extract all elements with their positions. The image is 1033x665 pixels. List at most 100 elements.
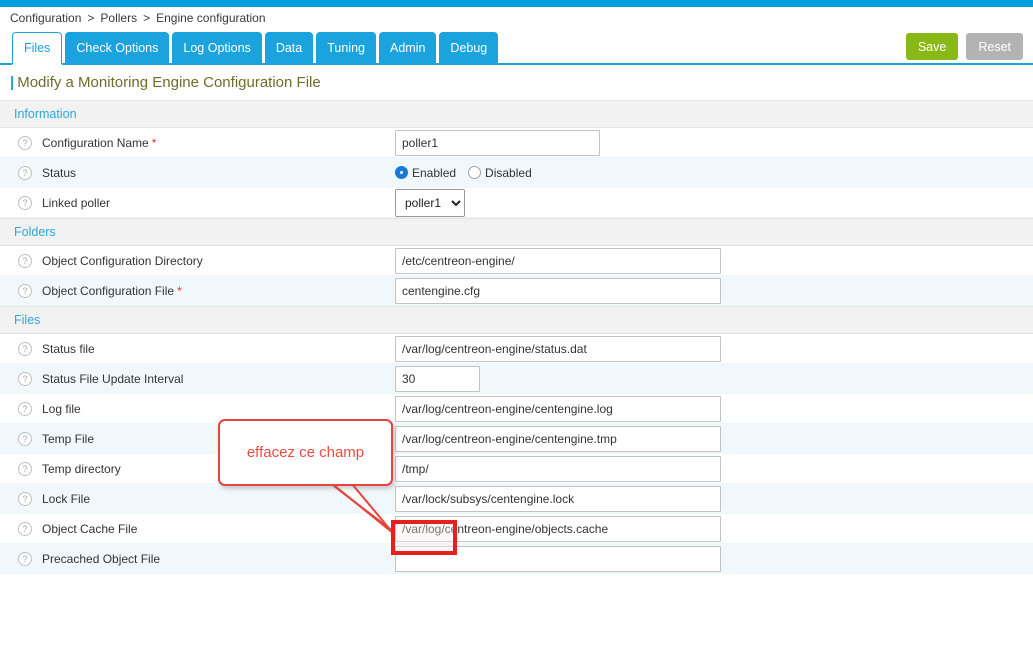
form-label-text: Temp File [42, 432, 94, 446]
tab-log-options[interactable]: Log Options [172, 32, 261, 63]
page-title-text: Modify a Monitoring Engine Configuration… [17, 74, 321, 91]
form-row-label: ? Lock File [0, 492, 395, 506]
form-row-label: ? Object Configuration Directory [0, 254, 395, 268]
form-row-label: ?Configuration Name* [0, 136, 395, 150]
input-object-configuration-directory[interactable] [395, 248, 721, 274]
form-label-text: Precached Object File [42, 552, 160, 566]
input-object-cache-file[interactable] [395, 516, 721, 542]
form-row-label: ? Temp File [0, 432, 395, 446]
help-icon[interactable]: ? [18, 254, 32, 268]
input-lock-file[interactable] [395, 486, 721, 512]
form-row: ? Log file [0, 394, 1033, 424]
tab-data[interactable]: Data [265, 32, 313, 63]
radio-label-disabled[interactable]: Disabled [485, 166, 532, 180]
form-row: ? Object Cache File [0, 514, 1033, 544]
save-button[interactable]: Save [906, 33, 959, 60]
form-row-label: ? Object Cache File [0, 522, 395, 536]
form-row: ? Temp File [0, 424, 1033, 454]
form-label-text: Object Cache File [42, 522, 137, 536]
help-icon[interactable]: ? [18, 522, 32, 536]
form-row: ? Status file [0, 334, 1033, 364]
tab-list: FilesCheck OptionsLog OptionsDataTuningA… [12, 32, 498, 63]
required-marker: * [174, 284, 182, 298]
breadcrumb-separator: > [81, 11, 100, 25]
form-row-field: Enabled Disabled [395, 166, 1033, 180]
form-row-field [395, 336, 1033, 362]
input-configuration-name[interactable] [395, 130, 600, 156]
breadcrumb: Configuration > Pollers > Engine configu… [0, 7, 1033, 29]
form-label-text: Status File Update Interval [42, 372, 183, 386]
select-linked-poller[interactable]: poller1 [395, 189, 465, 217]
help-icon[interactable]: ? [18, 372, 32, 386]
form-row-field [395, 546, 1033, 572]
input-temp-directory[interactable] [395, 456, 721, 482]
radio-disabled[interactable] [468, 166, 481, 179]
form-row-label: ? Status file [0, 342, 395, 356]
breadcrumb-item-1[interactable]: Pollers [100, 11, 137, 25]
form-label-text: Object Configuration File [42, 284, 174, 298]
breadcrumb-separator: > [137, 11, 156, 25]
radio-label-enabled[interactable]: Enabled [412, 166, 456, 180]
tab-files[interactable]: Files [12, 32, 62, 65]
help-icon[interactable]: ? [18, 284, 32, 298]
form-label-text: Log file [42, 402, 81, 416]
reset-button[interactable]: Reset [966, 33, 1023, 60]
input-status-file[interactable] [395, 336, 721, 362]
help-icon[interactable]: ? [18, 462, 32, 476]
help-icon[interactable]: ? [18, 432, 32, 446]
section-header-information: Information [0, 100, 1033, 128]
input-status-file-update-interval[interactable] [395, 366, 480, 392]
help-icon[interactable]: ? [18, 492, 32, 506]
form-row-label: ? Linked poller [0, 196, 395, 210]
input-temp-file[interactable] [395, 426, 721, 452]
input-object-configuration-file[interactable] [395, 278, 721, 304]
form-row-label: ? Object Configuration File* [0, 284, 395, 298]
breadcrumb-item-2[interactable]: Engine configuration [156, 11, 265, 25]
form-row: ?Configuration Name* [0, 128, 1033, 158]
top-accent-bar [0, 0, 1033, 7]
form-row-field [395, 486, 1033, 512]
tab-check-options[interactable]: Check Options [65, 32, 169, 63]
form-row: ? Precached Object File [0, 544, 1033, 574]
radio-enabled[interactable] [395, 166, 408, 179]
form-row-label: ? Log file [0, 402, 395, 416]
form-row-label: ? Precached Object File [0, 552, 395, 566]
form-row: ? Linked poller poller1 [0, 188, 1033, 218]
input-log-file[interactable] [395, 396, 721, 422]
help-icon[interactable]: ? [18, 552, 32, 566]
form-row: ?StatusEnabledDisabled [0, 158, 1033, 188]
form-row-field [395, 130, 1033, 156]
form-label-text: Lock File [42, 492, 90, 506]
help-icon[interactable]: ? [18, 402, 32, 416]
configuration-form: Information?Configuration Name*?StatusEn… [0, 100, 1033, 574]
input-precached-object-file[interactable] [395, 546, 721, 572]
form-label-text: Status file [42, 342, 95, 356]
form-row: ? Object Configuration File* [0, 276, 1033, 306]
form-label-text: Temp directory [42, 462, 121, 476]
page-root: Configuration > Pollers > Engine configu… [0, 0, 1033, 665]
page-title: |Modify a Monitoring Engine Configuratio… [10, 74, 321, 91]
help-icon[interactable]: ? [18, 166, 32, 180]
form-row-field: poller1 [395, 189, 1033, 217]
breadcrumb-item-0[interactable]: Configuration [10, 11, 81, 25]
tab-tuning[interactable]: Tuning [316, 32, 376, 63]
help-icon[interactable]: ? [18, 136, 32, 150]
help-icon[interactable]: ? [18, 196, 32, 210]
tab-admin[interactable]: Admin [379, 32, 436, 63]
form-row: ? Status File Update Interval [0, 364, 1033, 394]
form-row-field [395, 396, 1033, 422]
form-row-field [395, 426, 1033, 452]
form-row-field [395, 248, 1033, 274]
form-row: ? Temp directory [0, 454, 1033, 484]
section-header-folders: Folders [0, 218, 1033, 246]
radio-group-status: Enabled Disabled [395, 166, 544, 180]
section-header-files: Files [0, 306, 1033, 334]
help-icon[interactable]: ? [18, 342, 32, 356]
form-label-text: Linked poller [42, 196, 110, 210]
form-label-text: Object Configuration Directory [42, 254, 203, 268]
form-row-field [395, 366, 1033, 392]
form-row-field [395, 456, 1033, 482]
action-buttons: Save Reset [906, 33, 1023, 60]
tab-bar: FilesCheck OptionsLog OptionsDataTuningA… [0, 29, 1033, 65]
tab-debug[interactable]: Debug [439, 32, 498, 63]
